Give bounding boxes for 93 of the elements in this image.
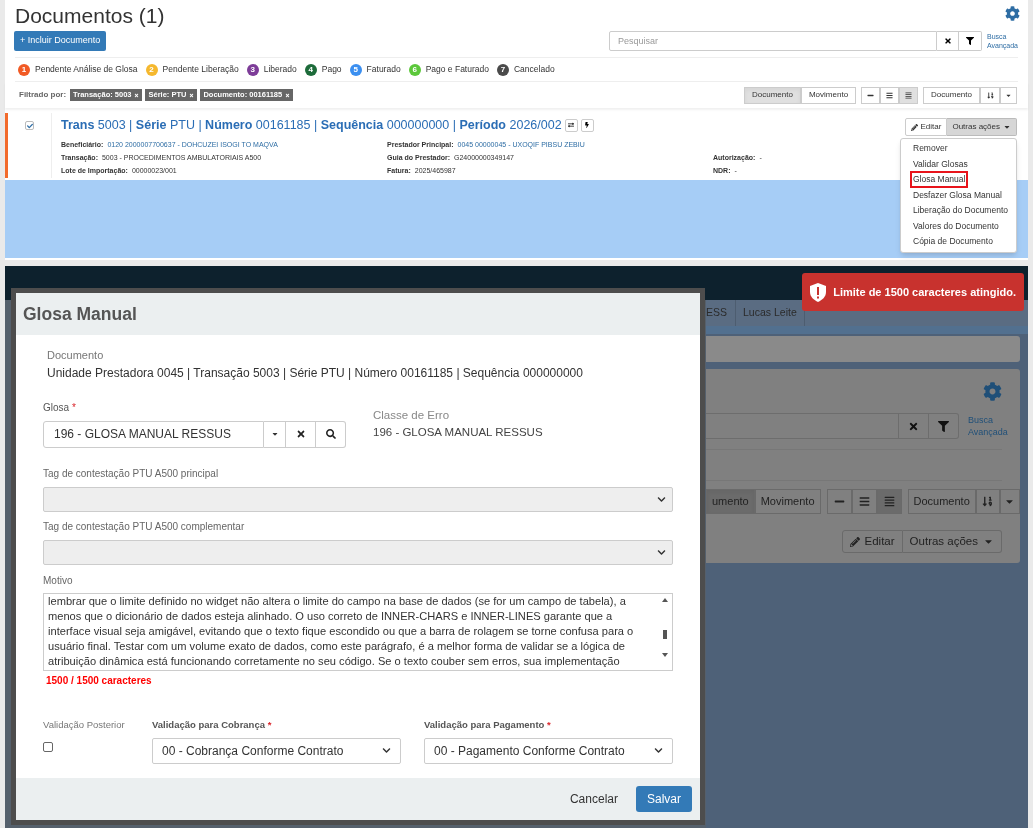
clear-search-button[interactable] (899, 413, 929, 439)
view-tab[interactable]: Movimento (754, 489, 821, 514)
status-label: Pago e Faturado (425, 63, 489, 76)
glosa-field[interactable]: 196 - GLOSA MANUAL RESSUS (43, 420, 264, 448)
status-label: Cancelado (513, 63, 555, 76)
chevron-icon (657, 547, 666, 557)
toast-message: Limite de 1500 caracteres atingido. (833, 284, 1016, 300)
field-label: Validação para Cobrança * (152, 717, 273, 732)
field-label: Motivo (43, 573, 74, 588)
sort-field-button[interactable]: Documento (907, 489, 976, 514)
field-label: Validação para Pagamento * (424, 717, 552, 732)
view-tab[interactable]: Documento (744, 86, 801, 104)
close-icon (285, 92, 291, 98)
field-label: Glosa * (43, 400, 77, 415)
character-counter: 1500 / 1500 caracteres (46, 673, 153, 688)
check-icon (26, 122, 33, 129)
close-icon (943, 37, 952, 45)
menu-item[interactable]: Validar Glosas (910, 155, 971, 173)
pencil-icon (910, 123, 918, 131)
checkbox[interactable] (43, 741, 53, 752)
pencil-icon (849, 536, 860, 547)
validation-select[interactable]: 00 - Cobrança Conforme Contrato (152, 737, 401, 764)
document-value: Unidade Prestadora 0045 | Transação 5003 | Série PTU | Número 00161185 | Sequência 000000000 (47, 364, 584, 382)
menu-item[interactable]: Glosa Manual (910, 171, 969, 189)
page-title: Documentos (1) (15, 3, 165, 29)
status-label: Pendente Liberação (162, 63, 239, 76)
chevron-icon (654, 746, 663, 756)
cancel-button[interactable]: Cancelar (560, 785, 627, 812)
status-label: Faturado (366, 63, 401, 76)
status-label: Liberado (263, 63, 297, 76)
dialog-title: Glosa Manual (23, 302, 137, 326)
menu-item[interactable]: Desfazer Glosa Manual (910, 186, 1005, 204)
view-tab[interactable]: Movimento (800, 86, 857, 104)
list-icon (886, 91, 894, 99)
row-checkbox[interactable] (25, 121, 34, 130)
sort-field-button[interactable]: Documento (923, 86, 980, 104)
list-icon (858, 496, 870, 507)
filter-label: Filtrado por: (19, 89, 67, 101)
menu-item[interactable]: Remover (910, 140, 951, 158)
list-icon (905, 91, 913, 99)
validation-select[interactable]: 00 - Pagamento Conforme Contrato (424, 737, 673, 764)
status-badge: 5 (349, 63, 362, 76)
more-actions-button[interactable]: Outras ações (947, 118, 1017, 136)
search-icon (325, 429, 336, 439)
status-badge: 7 (496, 63, 509, 76)
sort-button[interactable] (975, 489, 1000, 514)
swap-button[interactable] (564, 118, 578, 132)
settings-icon[interactable] (1005, 6, 1020, 21)
field-label: Classe de Erro (373, 407, 451, 423)
field-label: Tag de contestação PTU A500 complementar (43, 519, 246, 534)
sort-dropdown-button[interactable] (999, 489, 1020, 514)
menu-item[interactable]: Cópia de Documento (910, 233, 996, 251)
status-badge: 1 (18, 63, 30, 76)
reason-text: lembrar que o limite definido no widget não altera o limite do campo na base de dados (se for um campo de tabela), a menos que o dicionário de dados esteja alinhado. O uso correto de INNER-CHARS e INNER-LINES garante que a interface visual seja amigável, evitando que o texto fique escondido ou que a barra de rolagem se torne confusa para o usuário final. Testar com um volume exato de dados, como este parágrafo, é a melhor forma de validar se a lógica de atribuição dinâmica está funcionando corretamente no seu código. Se o texto couber sem erros, sua implementação (48, 594, 634, 667)
list-icon (883, 496, 895, 507)
filter-icon (938, 420, 949, 432)
status-badge: 2 (145, 63, 158, 76)
caret-icon (270, 430, 279, 438)
search-button[interactable] (316, 420, 346, 448)
caret-icon (1003, 123, 1011, 131)
chevron-icon (657, 494, 666, 504)
status-badge: 6 (408, 63, 421, 76)
field-label: Validação Posterior (43, 717, 126, 732)
field-label: Documento (47, 348, 105, 363)
chevron-icon (382, 746, 391, 756)
document-heading: Trans 5003 | Série PTU | Número 00161185 | Sequência 000000000 | Período 2026/002 (61, 117, 562, 134)
status-label: Pendente Análise de Glosa (35, 63, 138, 76)
status-badge: 3 (246, 63, 259, 76)
field-label: Tag de contestação PTU A500 principal (43, 466, 220, 481)
menu-item[interactable]: Valores do Documento (910, 217, 1002, 235)
field-value: 196 - GLOSA MANUAL RESSUS (373, 424, 543, 440)
edit-button[interactable]: Editar (841, 530, 903, 553)
search-field[interactable] (706, 413, 899, 439)
close-icon (295, 429, 306, 439)
sort-icon (986, 91, 994, 99)
density-button[interactable] (851, 489, 877, 514)
add-document-button[interactable]: + Incluir Documento (14, 31, 107, 51)
density-button[interactable] (876, 489, 902, 514)
sort-icon (982, 496, 994, 507)
more-actions-button[interactable]: Outras ações (902, 530, 1002, 553)
save-button[interactable]: Salvar (636, 785, 692, 812)
filter-icon (966, 37, 974, 45)
clear-button[interactable] (286, 420, 316, 448)
bolt-button[interactable] (580, 118, 594, 132)
edit-button[interactable]: Editar (904, 118, 948, 136)
close-icon (908, 420, 919, 432)
menu-item[interactable]: Liberação do Documento (910, 202, 1011, 220)
status-badge: 4 (304, 63, 317, 76)
shield-icon (810, 282, 827, 302)
status-label: Pago (321, 63, 342, 76)
close-icon (134, 92, 140, 98)
close-icon (189, 92, 195, 98)
bolt-icon (584, 122, 591, 129)
